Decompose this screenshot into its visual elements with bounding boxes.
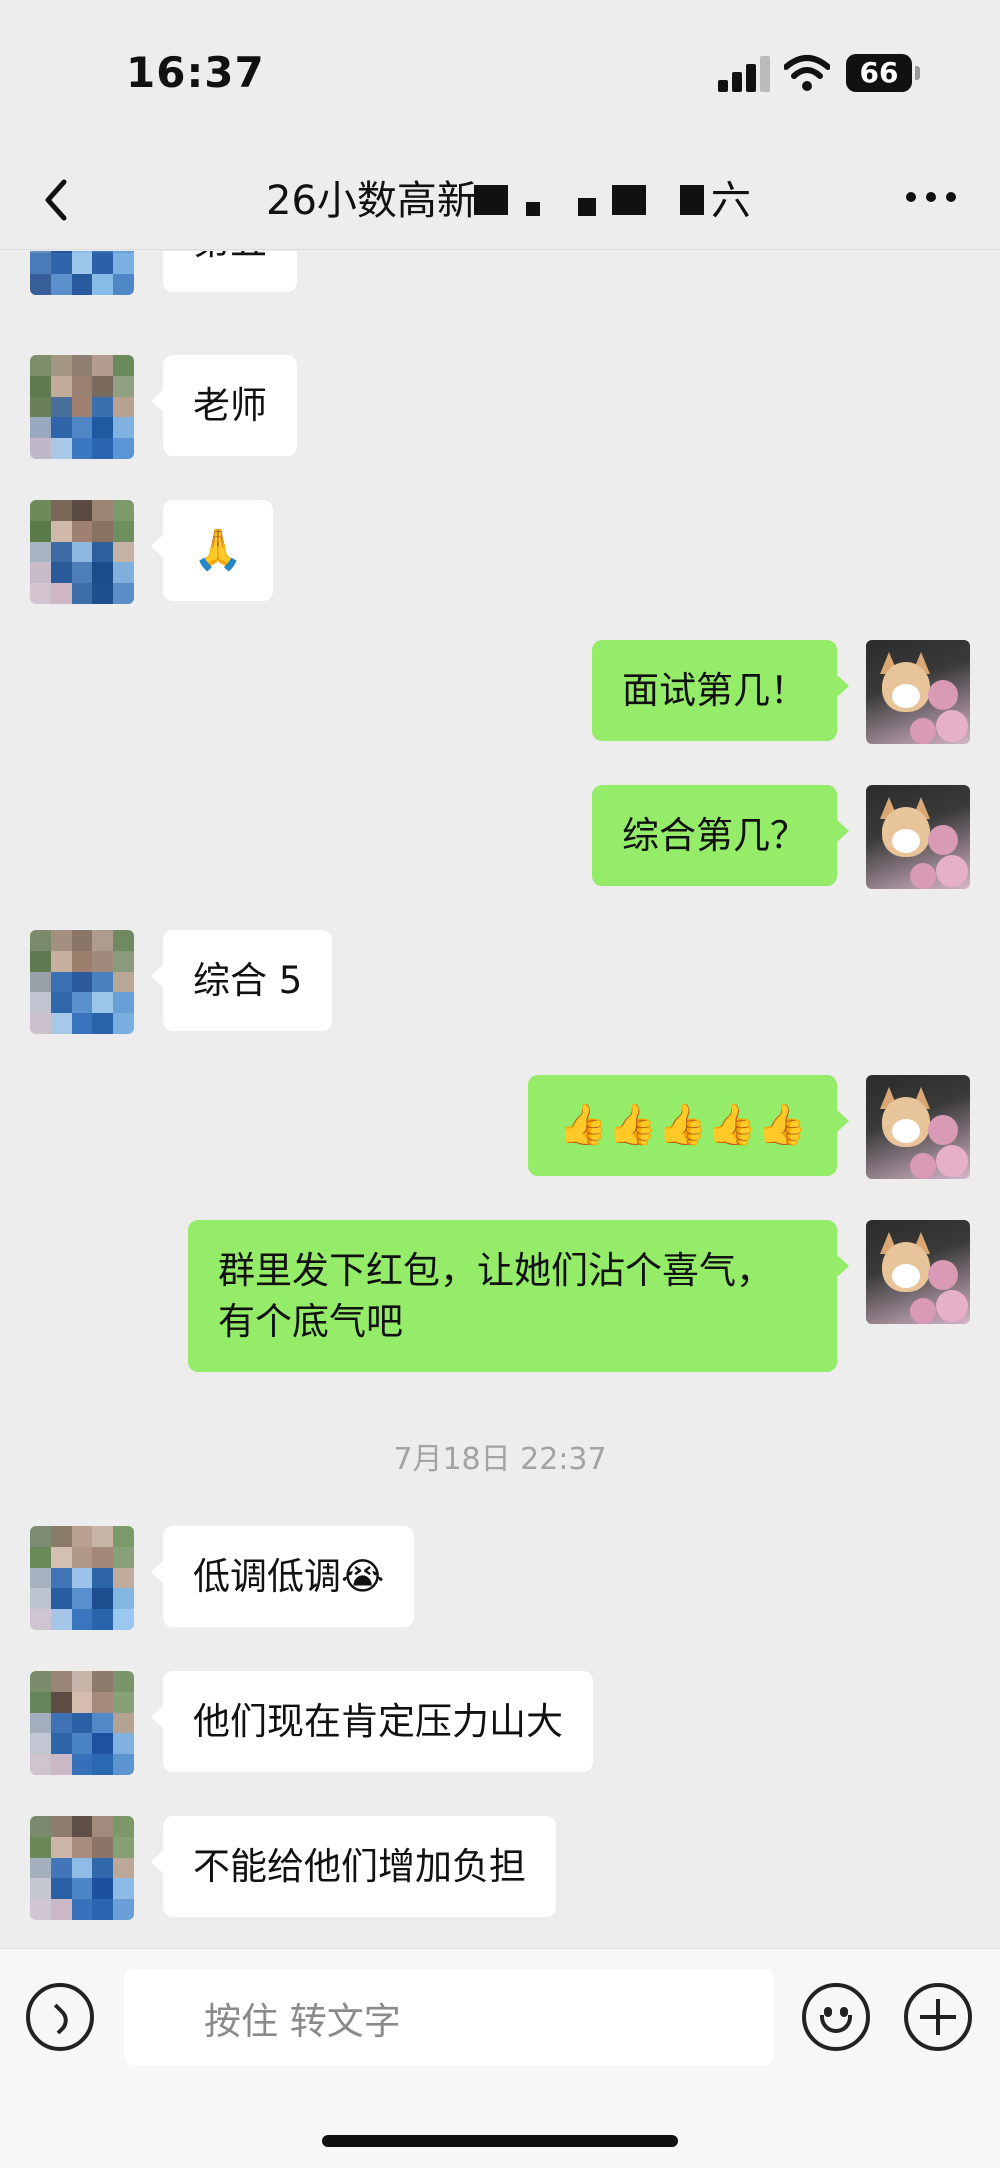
- message-bubble[interactable]: 不能给他们增加负担: [151, 1816, 556, 1917]
- chat-title: 26小数高新 六: [266, 168, 751, 226]
- chat-header: 26小数高新 六: [0, 150, 1000, 250]
- title-redaction: [474, 185, 508, 215]
- avatar[interactable]: [30, 355, 134, 459]
- input-bar: 按住 转文字: [0, 1948, 1000, 2168]
- avatar[interactable]: [30, 500, 134, 604]
- message-bubble[interactable]: 群里发下红包，让她们沾个喜气，有个底气吧: [188, 1220, 849, 1372]
- avatar[interactable]: [30, 1671, 134, 1775]
- avatar[interactable]: [30, 251, 134, 295]
- my-avatar[interactable]: [866, 640, 970, 744]
- thumbs-up-emoji: 👍👍👍👍👍: [557, 1102, 807, 1148]
- avatar[interactable]: [30, 930, 134, 1034]
- my-avatar[interactable]: [866, 785, 970, 889]
- avatar[interactable]: [30, 1526, 134, 1630]
- message-bubble[interactable]: 👍👍👍👍👍: [527, 1075, 850, 1176]
- message-bubble[interactable]: 他们现在肯定压力山大: [151, 1671, 593, 1772]
- emoji-icon[interactable]: [802, 1983, 870, 2051]
- message-bubble[interactable]: 低调低调😭: [150, 1526, 415, 1627]
- message-bubble[interactable]: 面试第几！: [592, 640, 849, 741]
- message-timestamp: 7月18日 22:37: [393, 1442, 607, 1477]
- chat-title-tail: 六: [710, 178, 751, 224]
- my-avatar[interactable]: [866, 1220, 970, 1324]
- title-redaction: [578, 198, 596, 216]
- status-bar: 16:37 66: [0, 0, 1000, 150]
- battery-icon: 66: [846, 54, 920, 92]
- message-bubble[interactable]: 🙏: [151, 500, 273, 601]
- message-bubble[interactable]: 老师: [151, 355, 297, 456]
- folded-hands-emoji: 🙏: [193, 527, 243, 573]
- message-list[interactable]: 第五 老师 🙏: [0, 251, 1000, 1948]
- title-redaction: [526, 202, 540, 216]
- hold-to-talk-button[interactable]: 按住 转文字: [124, 1969, 774, 2065]
- home-indicator: [322, 2135, 678, 2147]
- message-bubble[interactable]: 综合第几？: [592, 785, 849, 886]
- my-avatar[interactable]: [866, 1075, 970, 1179]
- message-bubble[interactable]: 综合 5: [150, 930, 333, 1031]
- avatar[interactable]: [30, 1816, 134, 1920]
- wifi-icon: [784, 55, 830, 91]
- status-time: 16:37: [126, 48, 265, 97]
- hold-to-talk-label: 按住 转文字: [204, 2000, 401, 2043]
- voice-icon[interactable]: [26, 1983, 94, 2051]
- title-redaction: [680, 185, 704, 215]
- cellular-signal-icon: [718, 56, 774, 92]
- more-dots-icon[interactable]: [906, 188, 956, 208]
- plus-icon[interactable]: [904, 1983, 972, 2051]
- title-redaction: [612, 185, 646, 215]
- message-bubble[interactable]: 第五: [163, 251, 297, 292]
- chevron-left-icon[interactable]: [36, 172, 76, 228]
- chat-title-text: 26小数高新: [266, 178, 477, 224]
